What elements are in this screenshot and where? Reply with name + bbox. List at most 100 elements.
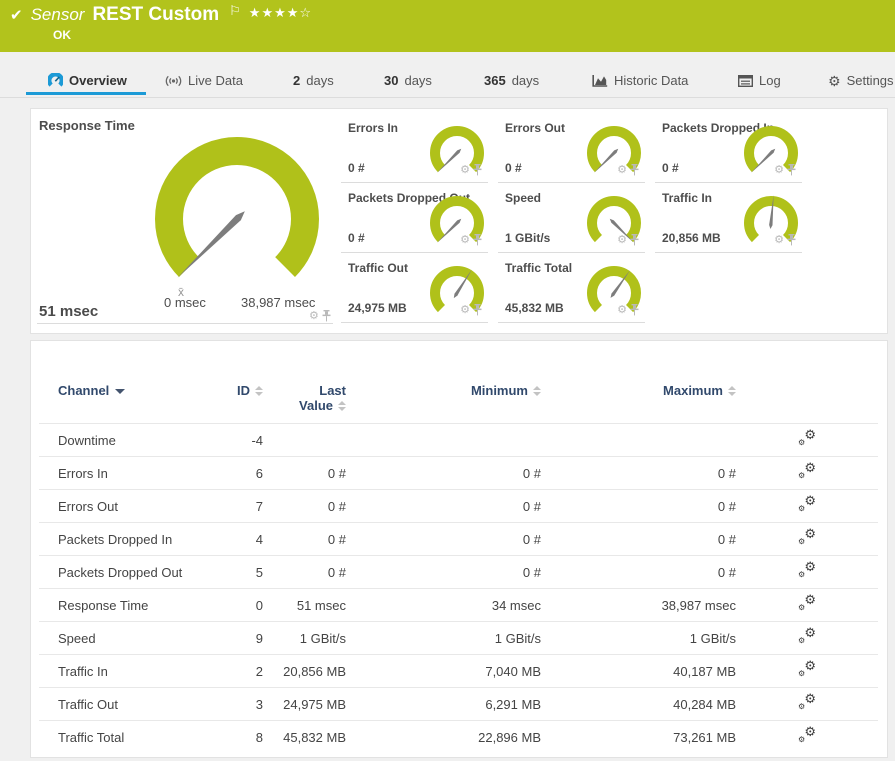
channel-settings-icon[interactable]: ⚙⚙ xyxy=(798,595,816,612)
tab-label: Settings xyxy=(847,73,894,88)
cell-channel: Traffic Total xyxy=(39,721,233,754)
tab-30-days[interactable]: 30 days xyxy=(384,73,432,88)
cell-max: 38,987 msec xyxy=(541,589,736,622)
channel-settings-icon[interactable]: ⚙⚙ xyxy=(798,694,816,711)
tab-historic-data[interactable]: Historic Data xyxy=(592,73,688,88)
gauge-arc xyxy=(592,271,636,309)
cell-last: 45,832 MB xyxy=(263,721,346,754)
cell-min: 0 # xyxy=(346,490,541,523)
column-header-id[interactable]: ID xyxy=(233,377,263,424)
gauge-cell-traffic-out: Traffic Out 24,975 MB ⚙ xyxy=(341,253,488,323)
gear-icon[interactable]: ⚙ xyxy=(774,235,784,246)
gear-icon[interactable]: ⚙ xyxy=(309,311,319,322)
gear-icon[interactable]: ⚙ xyxy=(617,165,627,176)
pin-icon[interactable] xyxy=(322,310,331,322)
cell-id: 2 xyxy=(233,655,263,688)
flag-icon[interactable]: ⚐ xyxy=(229,3,241,19)
gear-icon[interactable]: ⚙ xyxy=(774,165,784,176)
tab-2-days[interactable]: 2days xyxy=(293,73,334,88)
tab-365-days[interactable]: 365days xyxy=(484,73,539,88)
cell-last: 0 # xyxy=(263,523,346,556)
tab-live-data[interactable]: Live Data xyxy=(165,73,243,88)
response-time-gauge: x̄ xyxy=(142,124,332,319)
tab-number: 2 xyxy=(293,73,300,88)
gauge-value: 24,975 MB xyxy=(348,301,407,315)
gear-icon[interactable]: ⚙ xyxy=(460,165,470,176)
cell-min: 7,040 MB xyxy=(346,655,541,688)
gear-icon[interactable]: ⚙ xyxy=(460,235,470,246)
channel-settings-icon[interactable]: ⚙⚙ xyxy=(798,727,816,744)
cell-min: 0 # xyxy=(346,556,541,589)
priority-stars[interactable]: ★★★★☆ xyxy=(249,5,312,21)
cell-id: 6 xyxy=(233,457,263,490)
cell-channel: Speed xyxy=(39,622,233,655)
cell-channel: Packets Dropped In xyxy=(39,523,233,556)
cell-max: 0 # xyxy=(541,490,736,523)
tab-log[interactable]: Log xyxy=(738,73,781,88)
channel-settings-icon[interactable]: ⚙⚙ xyxy=(798,661,816,678)
gauge-arc xyxy=(592,131,636,169)
pin-icon[interactable] xyxy=(630,164,639,176)
tab-bar: Overview Live Data 2days 30 days 365days Histo… xyxy=(0,52,895,98)
column-header-actions xyxy=(736,377,878,424)
pin-icon[interactable] xyxy=(787,164,796,176)
cell-last: 0 # xyxy=(263,490,346,523)
table-row-packets-dropped-out: Packets Dropped Out50 #0 #0 #⚙⚙ xyxy=(39,556,878,589)
pin-icon[interactable] xyxy=(630,234,639,246)
sensor-header: ✔ Sensor REST Custom ⚐ ★★★★☆ OK xyxy=(0,0,895,52)
gauge-value: 0 # xyxy=(505,161,522,175)
channel-settings-icon[interactable]: ⚙⚙ xyxy=(798,496,816,513)
table-row-errors-out: Errors Out70 #0 #0 #⚙⚙ xyxy=(39,490,878,523)
column-header-min[interactable]: Minimum xyxy=(346,377,541,424)
gauge-cell-traffic-in: Traffic In20,856 MB⚙ xyxy=(655,183,802,253)
gauge-cell-errors-out: Errors Out0 #⚙ xyxy=(498,113,645,183)
tab-settings[interactable]: ⚙Settings xyxy=(828,73,894,88)
column-header-channel[interactable]: Channel xyxy=(39,377,233,424)
gauge-title: Traffic In xyxy=(662,191,712,205)
sensor-name: REST Custom xyxy=(92,4,219,26)
pin-icon[interactable] xyxy=(787,234,796,246)
traffic-total-gauge xyxy=(584,263,644,328)
pin-icon[interactable] xyxy=(630,304,639,316)
channel-settings-icon[interactable]: ⚙⚙ xyxy=(798,430,816,447)
pin-icon[interactable] xyxy=(473,164,482,176)
tab-label: Historic Data xyxy=(614,73,688,88)
tab-overview[interactable]: Overview xyxy=(48,73,127,88)
tab-number: 30 xyxy=(384,73,398,88)
active-tab-underline xyxy=(26,92,146,95)
cell-last: 20,856 MB xyxy=(263,655,346,688)
channel-settings-icon[interactable]: ⚙⚙ xyxy=(798,628,816,645)
object-type-label: Sensor xyxy=(31,5,85,25)
cell-channel: Traffic Out xyxy=(39,688,233,721)
errors-out-gauge xyxy=(584,123,644,188)
column-header-last[interactable]: LastValue xyxy=(263,377,346,424)
cell-min: 0 # xyxy=(346,457,541,490)
gauge-cell-errors-in: Errors In0 #⚙ xyxy=(341,113,488,183)
traffic-in-gauge xyxy=(741,193,801,258)
gauge-title: Traffic Total xyxy=(505,261,572,275)
gear-icon[interactable]: ⚙ xyxy=(617,235,627,246)
gauge-cell-packets-dropped-in: Packets Dropped In0 #⚙ xyxy=(655,113,802,183)
cell-channel: Errors Out xyxy=(39,490,233,523)
tab-number: 365 xyxy=(484,73,506,88)
gauge-title: Traffic Out xyxy=(348,261,408,275)
gear-icon[interactable]: ⚙ xyxy=(617,305,627,316)
cell-last: 51 msec xyxy=(263,589,346,622)
sort-icon xyxy=(338,401,346,411)
table-row-traffic-out: Traffic Out324,975 MB6,291 MB40,284 MB⚙⚙ xyxy=(39,688,878,721)
cell-min: 0 # xyxy=(346,523,541,556)
tab-label: days xyxy=(404,73,431,88)
cell-max xyxy=(541,424,736,457)
cell-max: 40,284 MB xyxy=(541,688,736,721)
cell-id: 8 xyxy=(233,721,263,754)
pin-icon[interactable] xyxy=(473,304,482,316)
gauge-arc xyxy=(435,271,479,309)
pin-icon[interactable] xyxy=(473,234,482,246)
column-header-max[interactable]: Maximum xyxy=(541,377,736,424)
channel-settings-icon[interactable]: ⚙⚙ xyxy=(798,463,816,480)
sensor-overview-page: ✔ Sensor REST Custom ⚐ ★★★★☆ OK Overview… xyxy=(0,0,895,761)
channel-settings-icon[interactable]: ⚙⚙ xyxy=(798,562,816,579)
gear-icon[interactable]: ⚙ xyxy=(460,305,470,316)
cell-max: 0 # xyxy=(541,556,736,589)
channel-settings-icon[interactable]: ⚙⚙ xyxy=(798,529,816,546)
